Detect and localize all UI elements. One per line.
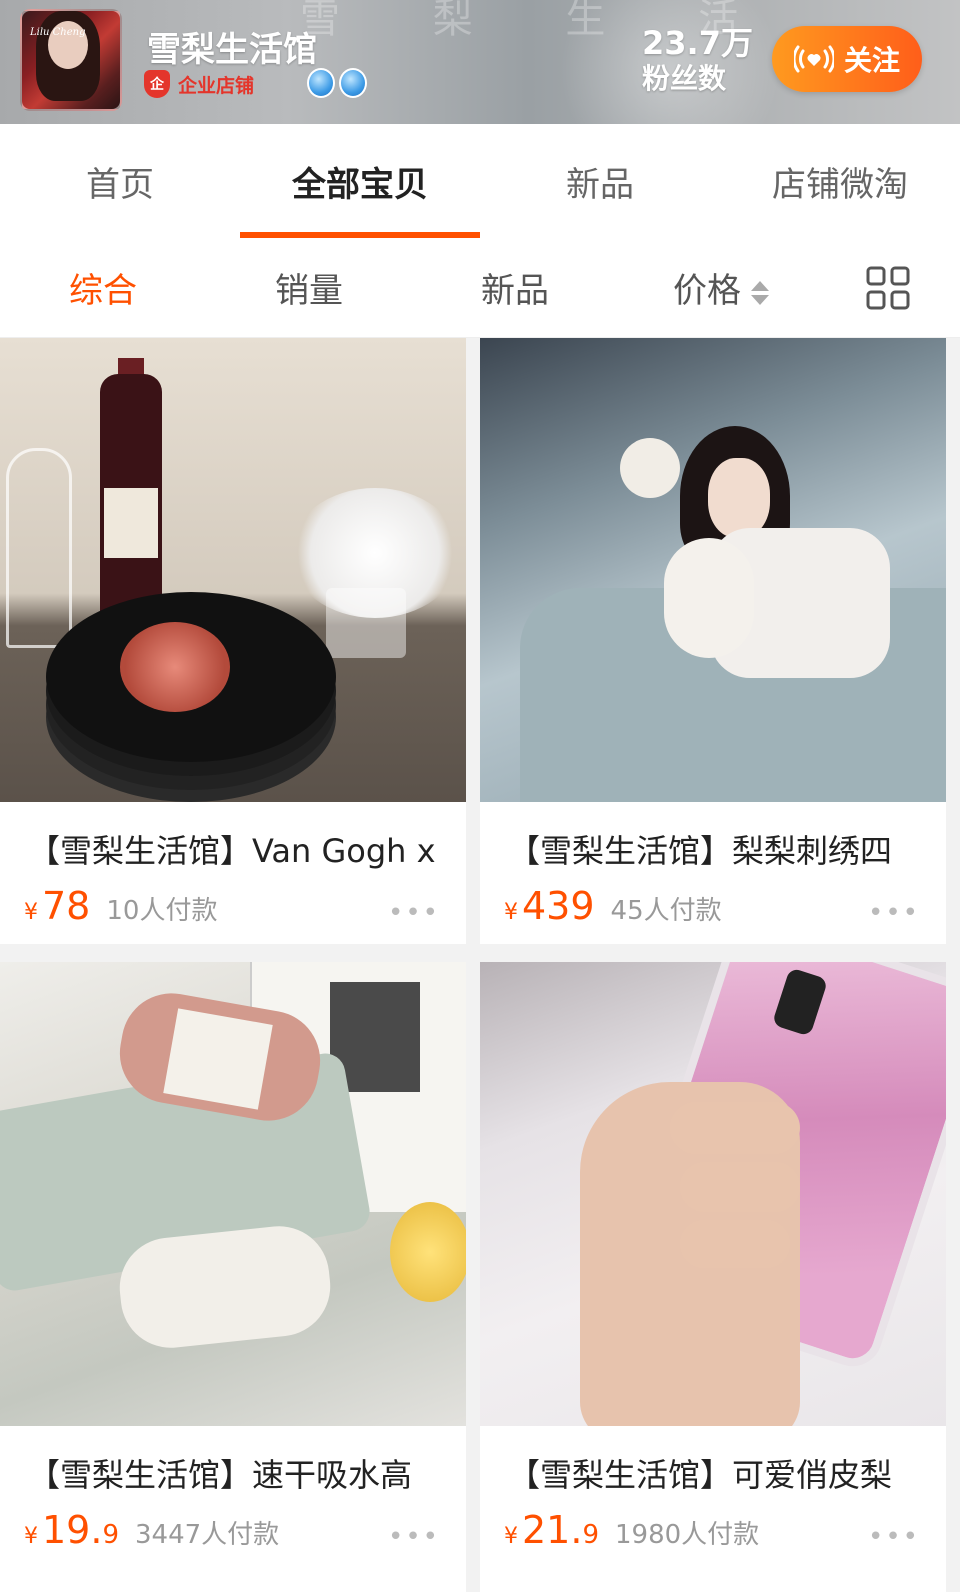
tab-home[interactable]: 首页 xyxy=(0,124,240,238)
price-row: ¥ 21. 9 1980人付款 xyxy=(504,1508,759,1552)
bunny-toy-shape xyxy=(664,538,754,658)
more-icon[interactable]: ••• xyxy=(868,898,920,928)
follow-button[interactable]: 关注 xyxy=(772,26,922,92)
product-image[interactable] xyxy=(0,962,466,1426)
avatar-script-text: Lilu Cheng xyxy=(30,27,86,38)
product-price: 78 xyxy=(42,884,91,928)
currency-symbol: ¥ xyxy=(504,1524,518,1549)
sold-count: 45人付款 xyxy=(610,896,722,926)
sort-new[interactable]: 新品 xyxy=(412,263,618,312)
sort-price[interactable]: 价格 xyxy=(618,263,824,312)
towel-label-shape xyxy=(163,1008,273,1110)
currency-symbol: ¥ xyxy=(504,900,518,925)
vase-shape xyxy=(326,588,406,658)
shop-avatar[interactable]: Lilu Cheng xyxy=(20,9,122,111)
fans-count: 23.7万 xyxy=(642,24,753,62)
more-icon[interactable]: ••• xyxy=(388,1522,440,1552)
price-row: ¥ 78 10人付款 xyxy=(24,884,217,928)
crown-icon xyxy=(307,68,335,98)
shop-header: 雪 梨 生 活 Lilu Cheng 雪梨生活馆 企 企业店铺 23.7万 粉丝… xyxy=(0,0,960,124)
sold-count: 3447人付款 xyxy=(134,1520,280,1550)
product-image[interactable] xyxy=(480,962,946,1426)
product-price-decimal: 9 xyxy=(582,1520,599,1550)
product-card[interactable]: 【雪梨生活馆】可爱俏皮梨 ¥ 21. 9 1980人付款 ••• xyxy=(480,962,946,1592)
bunny-toy-shape xyxy=(620,438,680,498)
shop-tabs: 首页 全部宝贝 新品 店铺微淘 xyxy=(0,124,960,238)
currency-symbol: ¥ xyxy=(24,1524,38,1549)
product-title[interactable]: 【雪梨生活馆】Van Gogh x xyxy=(28,826,458,872)
product-price-decimal: 9 xyxy=(102,1520,119,1550)
cup-shape xyxy=(390,1202,466,1302)
enterprise-shield-icon: 企 xyxy=(144,70,170,98)
sort-arrows-icon xyxy=(751,278,769,308)
tab-all-items[interactable]: 全部宝贝 xyxy=(240,124,480,238)
product-title[interactable]: 【雪梨生活馆】可爱俏皮梨 xyxy=(508,1450,938,1496)
product-image[interactable] xyxy=(480,338,946,802)
sold-count: 10人付款 xyxy=(106,896,218,926)
plate-portrait-shape xyxy=(120,622,230,712)
finger-shape xyxy=(680,1162,800,1212)
shop-name[interactable]: 雪梨生活馆 xyxy=(147,22,317,71)
enterprise-badge: 企 企业店铺 xyxy=(144,70,254,98)
product-card[interactable]: 【雪梨生活馆】梨梨刺绣四 ¥ 439 45人付款 ••• xyxy=(480,338,946,944)
wine-glass-shape xyxy=(6,448,72,648)
fans-stat: 23.7万 粉丝数 xyxy=(642,24,753,96)
product-card[interactable]: 【雪梨生活馆】Van Gogh x ¥ 78 10人付款 ••• xyxy=(0,338,466,944)
product-price: 439 xyxy=(522,884,595,928)
price-row: ¥ 19. 9 3447人付款 xyxy=(24,1508,279,1552)
broadcast-heart-icon xyxy=(793,45,834,73)
sort-sales[interactable]: 销量 xyxy=(206,263,412,312)
bottle-label-shape xyxy=(104,488,158,558)
follow-label: 关注 xyxy=(843,44,900,77)
more-icon[interactable]: ••• xyxy=(868,1522,920,1552)
product-image[interactable] xyxy=(0,338,466,802)
sort-comprehensive[interactable]: 综合 xyxy=(0,263,206,312)
sort-bar: 综合 销量 新品 价格 xyxy=(0,238,960,338)
shop-level-badges xyxy=(307,68,367,98)
tab-new-items[interactable]: 新品 xyxy=(480,124,720,238)
price-row: ¥ 439 45人付款 xyxy=(504,884,722,928)
product-card[interactable]: 【雪梨生活馆】速干吸水高 ¥ 19. 9 3447人付款 ••• xyxy=(0,962,466,1592)
product-price: 19. xyxy=(42,1508,103,1552)
finger-shape xyxy=(670,1102,800,1154)
crown-icon xyxy=(339,68,367,98)
product-title[interactable]: 【雪梨生活馆】速干吸水高 xyxy=(28,1450,458,1496)
sold-count: 1980人付款 xyxy=(614,1520,760,1550)
enterprise-label: 企业店铺 xyxy=(178,74,255,97)
model-face-shape xyxy=(708,458,770,538)
fans-label: 粉丝数 xyxy=(642,62,727,95)
grid-view-icon[interactable] xyxy=(866,266,910,310)
currency-symbol: ¥ xyxy=(24,900,38,925)
product-title[interactable]: 【雪梨生活馆】梨梨刺绣四 xyxy=(508,826,938,872)
product-price: 21. xyxy=(522,1508,583,1552)
tab-shop-feed[interactable]: 店铺微淘 xyxy=(720,124,960,238)
finger-shape xyxy=(680,1220,790,1268)
more-icon[interactable]: ••• xyxy=(388,898,440,928)
sort-price-label: 价格 xyxy=(673,271,741,311)
